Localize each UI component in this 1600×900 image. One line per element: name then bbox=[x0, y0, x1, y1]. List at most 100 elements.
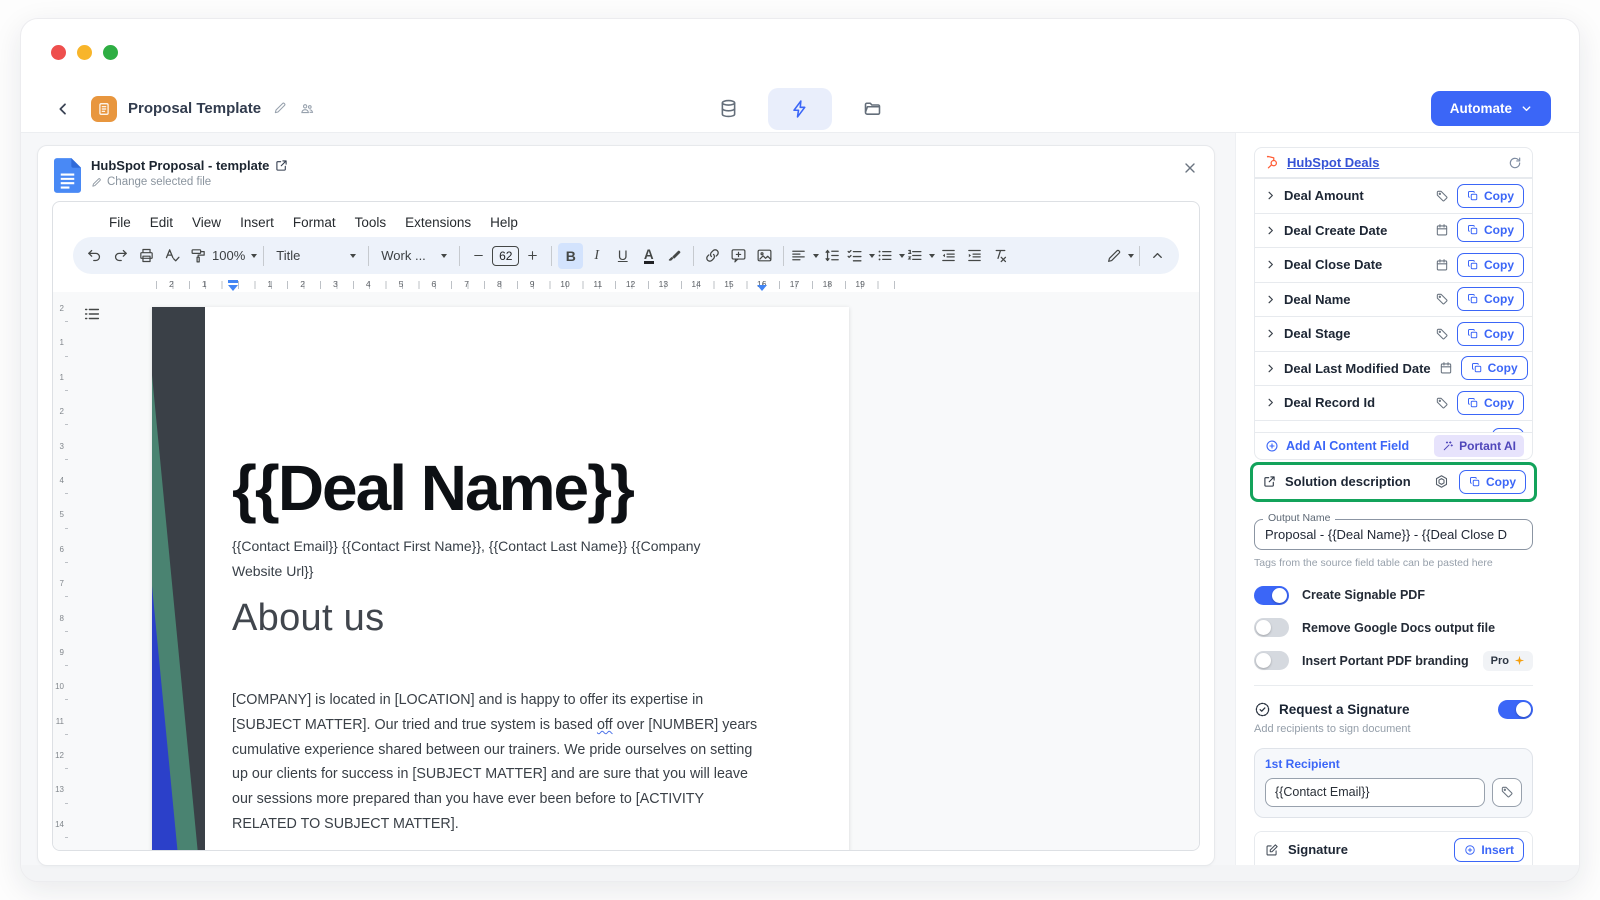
close-panel-icon[interactable] bbox=[1182, 160, 1198, 176]
output-name-input[interactable] bbox=[1265, 527, 1522, 542]
minimize-window-button[interactable] bbox=[77, 45, 92, 60]
ai-field-row[interactable]: Solution description Copy bbox=[1253, 465, 1534, 499]
add-ai-field-button[interactable]: Add AI Content Field bbox=[1286, 439, 1409, 453]
request-signature-toggle[interactable] bbox=[1498, 700, 1533, 719]
clear-formatting-icon[interactable] bbox=[988, 243, 1013, 269]
redo-icon[interactable] bbox=[108, 243, 133, 269]
increase-indent-icon[interactable] bbox=[962, 243, 987, 269]
menu-item[interactable]: Format bbox=[293, 215, 336, 230]
horizontal-ruler: 2112345678910111213141516171819 bbox=[53, 277, 1199, 292]
close-window-button[interactable] bbox=[51, 45, 66, 60]
text-color-button[interactable]: A bbox=[644, 248, 654, 264]
line-spacing-icon[interactable] bbox=[820, 243, 845, 269]
field-row[interactable]: Deal Stage Copy bbox=[1255, 316, 1532, 351]
change-file-button[interactable]: Change selected file bbox=[91, 176, 288, 188]
back-button[interactable] bbox=[49, 95, 77, 123]
create-pdf-toggle[interactable] bbox=[1254, 586, 1289, 605]
field-row[interactable]: Deal Record Id Copy bbox=[1255, 385, 1532, 420]
field-row[interactable]: Deal Close Date Copy bbox=[1255, 247, 1532, 282]
insert-tag-button[interactable] bbox=[1492, 778, 1522, 807]
copy-button[interactable]: Copy bbox=[1457, 322, 1524, 346]
open-external-icon[interactable] bbox=[1263, 475, 1276, 488]
document-outline-icon[interactable] bbox=[83, 305, 101, 323]
expand-chevron-icon[interactable] bbox=[1265, 259, 1276, 270]
expand-chevron-icon[interactable] bbox=[1265, 363, 1276, 374]
expand-chevron-icon[interactable] bbox=[1265, 328, 1276, 339]
highlight-color-icon[interactable] bbox=[662, 243, 687, 269]
rename-pencil-icon[interactable] bbox=[273, 101, 287, 116]
bold-button[interactable]: B bbox=[558, 243, 583, 269]
align-select[interactable] bbox=[790, 243, 819, 269]
numbered-list-select[interactable] bbox=[906, 243, 935, 269]
field-row[interactable]: Deal Name Copy bbox=[1255, 282, 1532, 317]
left-indent-marker[interactable] bbox=[228, 285, 238, 291]
share-team-icon[interactable] bbox=[299, 101, 315, 116]
zoom-select[interactable]: 100% bbox=[212, 243, 257, 269]
branding-toggle[interactable] bbox=[1254, 651, 1289, 670]
copy-button[interactable]: Copy bbox=[1459, 470, 1526, 494]
copy-button[interactable]: Copy bbox=[1457, 391, 1524, 415]
portant-ai-badge[interactable]: Portant AI bbox=[1434, 435, 1524, 457]
expand-chevron-icon[interactable] bbox=[1265, 397, 1276, 408]
source-title-link[interactable]: HubSpot Deals bbox=[1287, 155, 1379, 170]
font-size-decrease[interactable] bbox=[466, 243, 491, 269]
font-size-increase[interactable] bbox=[520, 243, 545, 269]
editing-mode-select[interactable] bbox=[1106, 243, 1134, 269]
undo-icon[interactable] bbox=[82, 243, 107, 269]
menu-item[interactable]: Tools bbox=[355, 215, 387, 230]
menu-item[interactable]: Help bbox=[490, 215, 518, 230]
italic-button[interactable]: I bbox=[584, 243, 609, 269]
open-external-icon[interactable] bbox=[275, 159, 288, 172]
hide-menus-icon[interactable] bbox=[1145, 243, 1170, 269]
menu-item[interactable]: File bbox=[109, 215, 131, 230]
expand-chevron-icon[interactable] bbox=[1265, 225, 1276, 236]
field-row[interactable]: Deal Create Date Copy bbox=[1255, 213, 1532, 248]
field-row[interactable]: Deal Amount Copy bbox=[1255, 178, 1532, 213]
print-icon[interactable] bbox=[134, 243, 159, 269]
copy-button[interactable] bbox=[1492, 428, 1524, 432]
signature-row-label: Signature bbox=[1288, 842, 1348, 857]
menu-item[interactable]: Insert bbox=[240, 215, 274, 230]
expand-chevron-icon[interactable] bbox=[1265, 190, 1276, 201]
copy-button[interactable]: Copy bbox=[1457, 253, 1524, 277]
plus-circle-icon bbox=[1265, 439, 1279, 453]
remove-gdocs-toggle[interactable] bbox=[1254, 618, 1289, 637]
paint-format-icon[interactable] bbox=[186, 243, 211, 269]
copy-button[interactable]: Copy bbox=[1461, 356, 1528, 380]
font-size-input[interactable]: 62 bbox=[492, 246, 519, 266]
recipient-email-input[interactable] bbox=[1265, 778, 1485, 807]
edit-pencil-icon bbox=[91, 177, 102, 188]
spellcheck-icon[interactable] bbox=[160, 243, 185, 269]
menu-item[interactable]: Extensions bbox=[405, 215, 471, 230]
page-design-stripe bbox=[152, 307, 205, 851]
document-page[interactable]: {{Deal Name}} {{Contact Email}} {{Contac… bbox=[152, 307, 849, 851]
automation-bolt-icon[interactable] bbox=[768, 88, 832, 130]
copy-button[interactable]: Copy bbox=[1457, 184, 1524, 208]
copy-button[interactable]: Copy bbox=[1457, 218, 1524, 242]
source-data-icon[interactable] bbox=[704, 89, 752, 129]
right-indent-marker[interactable] bbox=[757, 285, 767, 291]
automate-button[interactable]: Automate bbox=[1431, 91, 1551, 126]
signature-section-header: Request a Signature bbox=[1254, 700, 1533, 719]
menu-item[interactable]: View bbox=[192, 215, 221, 230]
first-line-indent-marker[interactable] bbox=[228, 280, 238, 283]
decrease-indent-icon[interactable] bbox=[936, 243, 961, 269]
insert-link-icon[interactable] bbox=[700, 243, 725, 269]
styles-select[interactable]: Title bbox=[270, 243, 362, 269]
expand-chevron-icon[interactable] bbox=[1265, 294, 1276, 305]
bulleted-list-select[interactable] bbox=[876, 243, 905, 269]
font-select[interactable]: Work ... bbox=[375, 243, 453, 269]
zoom-window-button[interactable] bbox=[103, 45, 118, 60]
copy-button[interactable]: Copy bbox=[1457, 287, 1524, 311]
underline-button[interactable]: U bbox=[610, 243, 635, 269]
add-comment-icon[interactable] bbox=[726, 243, 751, 269]
ruler-number: 3 bbox=[53, 442, 68, 476]
insert-image-icon[interactable] bbox=[752, 243, 777, 269]
menu-item[interactable]: Edit bbox=[150, 215, 173, 230]
refresh-icon[interactable] bbox=[1508, 156, 1522, 170]
field-row[interactable]: Deal Last Modified Date Copy bbox=[1255, 351, 1532, 386]
insert-signature-button[interactable]: Insert bbox=[1454, 838, 1524, 862]
checklist-select[interactable] bbox=[846, 243, 875, 269]
output-folder-icon[interactable] bbox=[848, 89, 896, 129]
ruler-number: 9 bbox=[516, 277, 549, 292]
